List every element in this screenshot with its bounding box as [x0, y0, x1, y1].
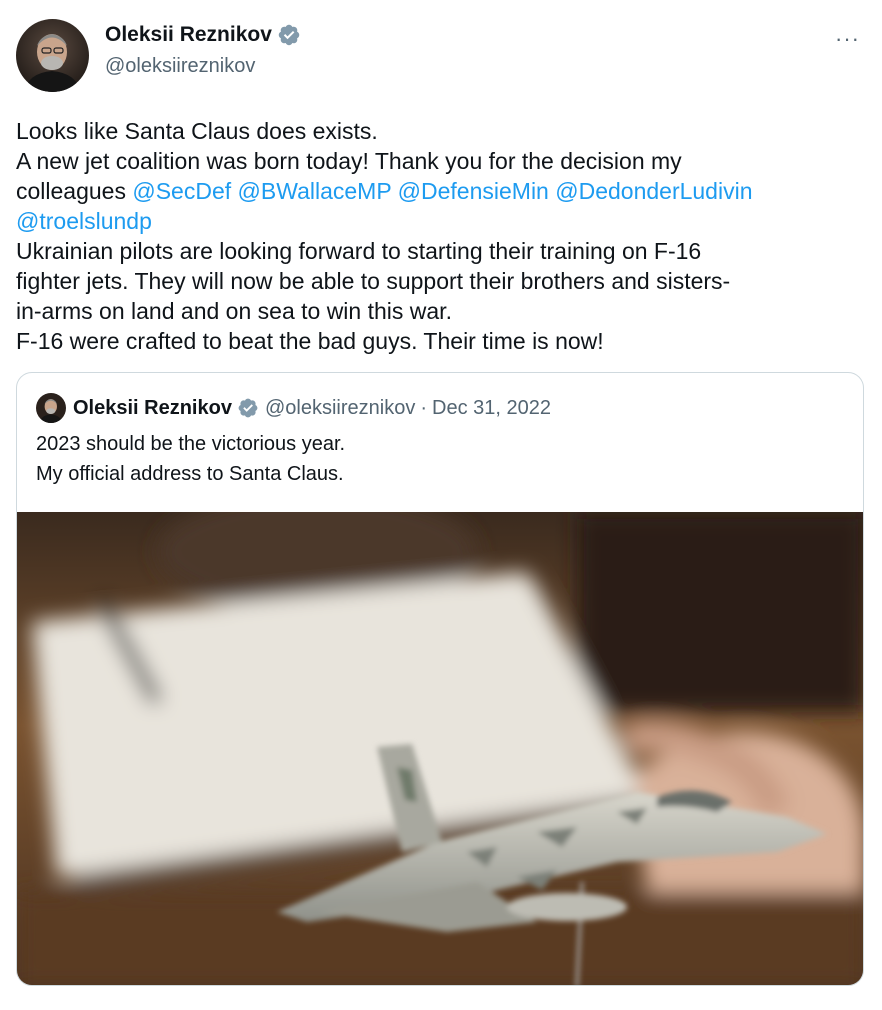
- quoted-tweet-date: Dec 31, 2022: [432, 396, 551, 419]
- tweet-line-mentions: @troelslundp: [16, 206, 871, 236]
- quoted-author-name: Oleksii Reznikov: [73, 396, 232, 419]
- quoted-author-handle: @oleksiireznikov: [264, 396, 416, 419]
- quoted-tweet-line: 2023 should be the victorious year.: [36, 433, 346, 455]
- tweet-line: in-arms on land and on sea to win this w…: [16, 298, 452, 324]
- mention-link[interactable]: @BWallaceMP: [238, 178, 392, 204]
- verified-badge-icon: [277, 23, 301, 47]
- tweet-line: Looks like Santa Claus does exists.: [16, 118, 378, 144]
- avatar-image: [16, 19, 89, 92]
- more-options-icon[interactable]: ···: [835, 26, 860, 52]
- tweet-line: A new jet coalition was born today! Than…: [16, 148, 682, 174]
- tweet-line: Ukrainian pilots are looking forward to …: [16, 238, 702, 264]
- tweet-line-mentions: colleagues @SecDef @BWallaceMP @Defensie…: [16, 176, 871, 206]
- quoted-tweet-media[interactable]: [17, 512, 863, 985]
- mention-link[interactable]: @troelslundp: [16, 208, 152, 234]
- tweet-line: F-16 were crafted to beat the bad guys. …: [16, 328, 604, 354]
- verified-badge-icon: [237, 397, 259, 419]
- mention-link[interactable]: @SecDef: [132, 178, 231, 204]
- tweet-line: fighter jets. They will now be able to s…: [16, 268, 731, 294]
- author-name-row: Oleksii Reznikov: [105, 23, 301, 47]
- author-name[interactable]: Oleksii Reznikov: [105, 23, 272, 47]
- quoted-author-avatar: [36, 393, 66, 423]
- quoted-tweet-card[interactable]: Oleksii Reznikov @oleksiireznikov · Dec …: [16, 372, 864, 986]
- quoted-tweet-header: Oleksii Reznikov @oleksiireznikov · Dec …: [36, 393, 551, 423]
- tweet-text-segment: colleagues: [16, 178, 133, 204]
- quoted-tweet-line: My official address to Santa Claus.: [36, 463, 344, 485]
- meta-separator: ·: [420, 396, 427, 419]
- mention-link[interactable]: @DefensieMin: [398, 178, 549, 204]
- quoted-tweet-body: 2023 should be the victorious year. My o…: [36, 429, 345, 489]
- mention-link[interactable]: @DedonderLudivin: [555, 178, 752, 204]
- author-avatar[interactable]: [16, 19, 89, 92]
- tweet-body: Looks like Santa Claus does exists. A ne…: [16, 116, 871, 356]
- jet-model-photo: [17, 512, 863, 985]
- author-handle[interactable]: @oleksiireznikov: [105, 55, 255, 78]
